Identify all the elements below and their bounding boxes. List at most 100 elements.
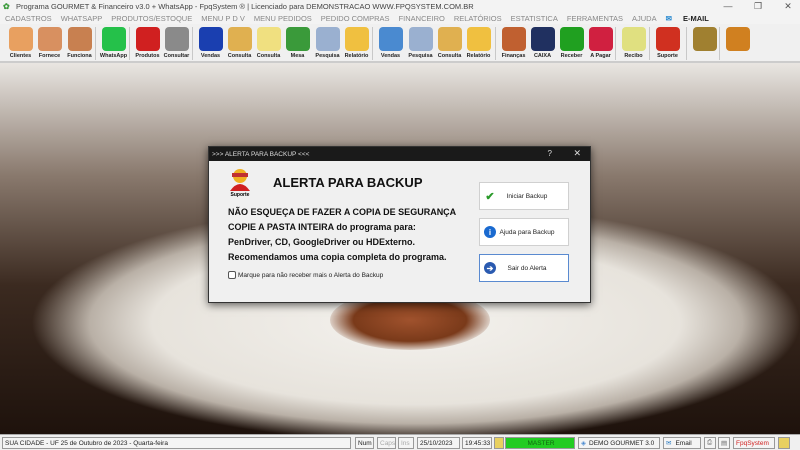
menu-whatsapp[interactable]: WHATSAPP: [61, 14, 103, 23]
relato-rio-icon: [466, 27, 491, 51]
toolbar-label: Fornece: [38, 53, 61, 59]
a-pagar-icon: [588, 27, 613, 51]
toolbar-button-mesa[interactable]: Mesa: [283, 25, 312, 62]
disable-alert-checkbox[interactable]: Marque para não receber mais o Alerta do…: [228, 271, 383, 279]
pesquisa-icon: [408, 27, 433, 51]
message-line: COPIE A PASTA INTEIRA do programa para:: [228, 222, 416, 232]
button-label: Sair do Alerta: [507, 264, 547, 272]
status-num: Num: [355, 437, 374, 449]
toolbar-button-consulta[interactable]: Consulta: [225, 25, 254, 62]
toolbar-label: Suporte: [657, 53, 678, 59]
dialog-title-bar: >>> ALERTA PARA BACKUP <<< ? ✕: [209, 147, 590, 161]
toolbar-button-vendas[interactable]: Vendas: [376, 25, 405, 62]
maximize-button[interactable]: ❐: [746, 0, 770, 13]
toolbar-label: Consulta: [256, 53, 281, 59]
vendas-icon: [198, 27, 223, 51]
info-icon: [778, 437, 790, 449]
company-icon: ◈: [581, 440, 586, 447]
toolbar-label: Pesquisa: [315, 53, 340, 59]
toolbar-button-fornece[interactable]: Fornece: [35, 25, 64, 62]
caixa-icon: [530, 27, 555, 51]
menu-estatistica[interactable]: ESTATISTICA: [511, 14, 558, 23]
toolbar-button-coins[interactable]: [690, 25, 719, 62]
fornece-icon: [37, 27, 62, 51]
toolbar-button-whatsapp[interactable]: WhatsApp: [99, 25, 128, 62]
menu-ajuda[interactable]: AJUDA: [632, 14, 657, 23]
toolbar-button-caixa[interactable]: CAIXA: [528, 25, 557, 62]
toolbar-button-clientes[interactable]: Clientes: [6, 25, 35, 62]
checkbox-box[interactable]: [228, 271, 236, 279]
menu-pdv[interactable]: MENU P D V: [201, 14, 245, 23]
toolbar-label: Consulta: [437, 53, 462, 59]
toolbar-separator: [649, 27, 650, 60]
toolbar-label: Finanças: [501, 53, 526, 59]
coins-icon: [692, 27, 717, 51]
relato-rio-icon: [344, 27, 369, 51]
toolbar-button-a-pagar[interactable]: A Pagar: [586, 25, 615, 62]
status-email[interactable]: ✉ Email: [663, 437, 701, 449]
recibo-icon: [621, 27, 646, 51]
toolbar-label: Pesquisa: [408, 53, 433, 59]
status-bar: SUA CIDADE - UF 25 de Outubro de 2023 - …: [0, 434, 800, 450]
toolbar-label: A Pagar: [590, 53, 611, 59]
computer-icon[interactable]: ▤: [718, 437, 730, 449]
toolbar-label: Produtos: [135, 53, 160, 59]
menu-pedido-compras[interactable]: PEDIDO COMPRAS: [321, 14, 390, 23]
toolbar-label: Vendas: [200, 53, 221, 59]
toolbar-button-funciona[interactable]: Funciona: [65, 25, 94, 62]
backup-help-button[interactable]: i Ajuda para Backup: [479, 218, 569, 246]
arrow-right-icon: ➔: [484, 262, 496, 274]
toolbar-button-pesquisa[interactable]: Pesquisa: [313, 25, 342, 62]
toolbar-button-pesquisa[interactable]: Pesquisa: [406, 25, 435, 62]
window-title: Programa GOURMET & Financeiro v3.0 + Wha…: [16, 2, 474, 11]
toolbar-button-produtos[interactable]: Produtos: [133, 25, 162, 62]
status-caps: Caps: [377, 437, 396, 449]
toolbar-button-consulta[interactable]: Consulta: [435, 25, 464, 62]
exit-alert-button[interactable]: ➔ Sair do Alerta: [479, 254, 569, 282]
produtos-icon: [135, 27, 160, 51]
toolbar-button-financ-as[interactable]: Finanças: [499, 25, 528, 62]
printer-icon[interactable]: ⎙: [704, 437, 716, 449]
toolbar-button-receber[interactable]: Receber: [557, 25, 586, 62]
toolbar-separator: [615, 27, 616, 60]
menu-financeiro[interactable]: FINANCEIRO: [399, 14, 445, 23]
funciona-icon: [67, 27, 92, 51]
menu-ferramentas[interactable]: FERRAMENTAS: [567, 14, 623, 23]
toolbar-label: WhatsApp: [99, 53, 128, 59]
dialog-close-button[interactable]: ✕: [573, 148, 581, 159]
start-backup-button[interactable]: ✔ Iniciar Backup: [479, 182, 569, 210]
toolbar-button-suporte[interactable]: Suporte: [653, 25, 682, 62]
menu-email[interactable]: ✉ E-MAIL: [666, 14, 718, 23]
close-button[interactable]: ✕: [776, 0, 800, 13]
toolbar-button-recibo[interactable]: Recibo: [619, 25, 648, 62]
clientes-icon: [8, 27, 33, 51]
toolbar-separator: [129, 27, 130, 60]
toolbar-button-consultar[interactable]: Consultar: [162, 25, 191, 62]
minimize-button[interactable]: —: [716, 0, 740, 13]
vendas-icon: [378, 27, 403, 51]
menu-bar: CADASTROS WHATSAPP PRODUTOS/ESTOQUE MENU…: [0, 13, 800, 24]
toolbar-button-exit[interactable]: [723, 25, 752, 62]
toolbar-separator: [372, 27, 373, 60]
toolbar-separator: [192, 27, 193, 60]
menu-cadastros[interactable]: CADASTROS: [5, 14, 52, 23]
menu-produtos-estoque[interactable]: PRODUTOS/ESTOQUE: [111, 14, 192, 23]
toolbar-label: Receber: [560, 53, 583, 59]
toolbar-button-relato-rio[interactable]: Relatório: [342, 25, 371, 62]
dialog-title: >>> ALERTA PARA BACKUP <<<: [212, 150, 310, 158]
user-icon: [494, 437, 504, 449]
help-button[interactable]: ?: [548, 149, 552, 158]
receber-icon: [559, 27, 584, 51]
toolbar-label: Funciona: [67, 53, 92, 59]
message-line: Recomendamos uma copia completa do progr…: [228, 252, 447, 262]
mesa-icon: [285, 27, 310, 51]
toolbar-button-consulta[interactable]: Consulta: [254, 25, 283, 62]
app-logo-icon: ✿: [3, 2, 10, 11]
menu-pedidos[interactable]: MENU PEDIDOS: [254, 14, 312, 23]
toolbar-button-relato-rio[interactable]: Relatório: [464, 25, 493, 62]
toolbar-label: Recibo: [624, 53, 643, 59]
menu-relatorios[interactable]: RELATÓRIOS: [454, 14, 502, 23]
toolbar-label: Consulta: [227, 53, 252, 59]
consulta-icon: [437, 27, 462, 51]
toolbar-button-vendas[interactable]: Vendas: [196, 25, 225, 62]
